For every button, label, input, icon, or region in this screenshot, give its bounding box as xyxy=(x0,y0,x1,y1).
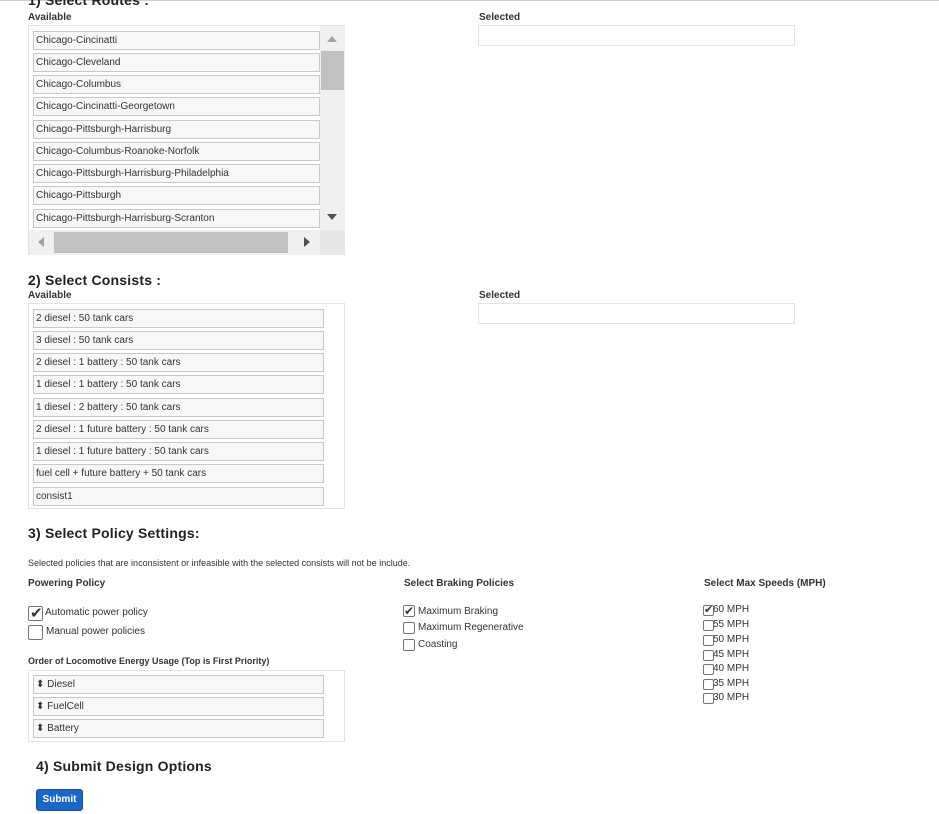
list-item[interactable]: 3 diesel : 50 tank cars xyxy=(33,331,324,350)
maximum-regenerative-checkbox[interactable] xyxy=(403,622,415,634)
submit-heading: 4) Submit Design Options xyxy=(36,758,212,774)
list-item[interactable]: Chicago-Cleveland xyxy=(33,53,320,72)
maximum-regenerative-label: Maximum Regenerative xyxy=(418,622,524,633)
submit-button[interactable]: Submit xyxy=(36,789,83,811)
list-item[interactable]: consist1 xyxy=(33,487,324,506)
braking-policies-title: Select Braking Policies xyxy=(404,578,515,589)
list-item[interactable]: fuel cell + future battery + 50 tank car… xyxy=(33,464,324,483)
checkmark-icon: ✔ xyxy=(704,604,714,616)
checkmark-icon: ✔ xyxy=(30,605,43,622)
speed-45-label: 45 MPH xyxy=(713,649,750,660)
speed-40-label: 40 MPH xyxy=(713,663,750,674)
list-item[interactable]: Chicago-Pittsburgh-Harrisburg-Philadelph… xyxy=(33,164,320,183)
horizontal-scroll-thumb[interactable] xyxy=(54,232,288,253)
consists-selected-label: Selected xyxy=(479,290,521,301)
routes-available-label: Available xyxy=(28,12,72,23)
coasting-label: Coasting xyxy=(418,639,458,650)
consists-available-list[interactable]: 2 diesel : 50 tank cars 3 diesel : 50 ta… xyxy=(28,303,345,509)
speed-30-label: 30 MPH xyxy=(713,692,750,703)
speed-55-label: 55 MPH xyxy=(713,619,750,630)
automatic-power-checkbox[interactable]: ✔ xyxy=(28,605,43,622)
manual-power-label: Manual power policies xyxy=(46,626,145,637)
scroll-up-arrow-icon[interactable] xyxy=(327,36,337,42)
powering-policy-title: Powering Policy xyxy=(28,578,106,589)
list-item[interactable]: 1 diesel : 2 battery : 50 tank cars xyxy=(33,398,324,417)
routes-heading: 1) Select Routes : xyxy=(28,0,150,8)
speed-60-label: 60 MPH xyxy=(713,604,750,615)
horizontal-scrollbar[interactable] xyxy=(29,230,320,255)
energy-order-list[interactable]: ⬍ Diesel ⬍ FuelCell ⬍ Battery xyxy=(28,670,345,742)
list-item[interactable]: Chicago-Pittsburgh-Harrisburg-Scranton xyxy=(33,209,320,228)
list-item[interactable]: 2 diesel : 1 future battery : 50 tank ca… xyxy=(33,420,324,439)
policy-heading: 3) Select Policy Settings: xyxy=(28,525,200,541)
vertical-scrollbar[interactable] xyxy=(320,26,345,230)
maximum-braking-checkbox[interactable]: ✔ xyxy=(403,604,415,618)
list-item[interactable]: Chicago-Cincinatti-Georgetown xyxy=(33,97,320,116)
list-item[interactable]: Chicago-Pittsburgh xyxy=(33,186,320,205)
consists-selected-list[interactable] xyxy=(478,303,795,324)
checkmark-icon: ✔ xyxy=(404,604,415,618)
sortable-item-battery[interactable]: ⬍ Battery xyxy=(33,719,324,738)
speed-50-label: 50 MPH xyxy=(713,634,750,645)
scroll-right-arrow-icon[interactable] xyxy=(304,237,310,247)
list-item[interactable]: 2 diesel : 50 tank cars xyxy=(33,309,324,328)
automatic-power-label: Automatic power policy xyxy=(45,607,148,618)
maximum-braking-label: Maximum Braking xyxy=(418,606,499,617)
routes-selected-list[interactable] xyxy=(478,25,795,46)
routes-selected-label: Selected xyxy=(479,12,521,23)
consists-heading: 2) Select Consists : xyxy=(28,272,162,288)
scrollbar-corner xyxy=(320,230,345,255)
coasting-checkbox[interactable] xyxy=(403,639,415,651)
scroll-left-arrow-icon[interactable] xyxy=(38,237,44,247)
list-item[interactable]: Chicago-Cincinatti xyxy=(33,31,320,50)
energy-order-title: Order of Locomotive Energy Usage (Top is… xyxy=(28,656,270,666)
sortable-item-fuelcell[interactable]: ⬍ FuelCell xyxy=(33,697,324,716)
scroll-down-arrow-icon[interactable] xyxy=(327,214,337,220)
list-item[interactable]: 2 diesel : 1 battery : 50 tank cars xyxy=(33,353,324,372)
list-item[interactable]: Chicago-Columbus-Roanoke-Norfolk xyxy=(33,142,320,161)
policy-note: Selected policies that are inconsistent … xyxy=(28,558,411,568)
routes-available-list[interactable]: Chicago-Cincinatti Chicago-Cleveland Chi… xyxy=(28,25,345,255)
list-item[interactable]: Chicago-Columbus xyxy=(33,75,320,94)
vertical-scroll-thumb[interactable] xyxy=(321,51,344,90)
list-item[interactable]: 1 diesel : 1 future battery : 50 tank ca… xyxy=(33,442,324,461)
consists-available-label: Available xyxy=(28,290,72,301)
speed-35-label: 35 MPH xyxy=(713,678,750,689)
manual-power-checkbox[interactable] xyxy=(28,625,43,640)
list-item[interactable]: 1 diesel : 1 battery : 50 tank cars xyxy=(33,375,324,394)
list-item[interactable]: Chicago-Pittsburgh-Harrisburg xyxy=(33,120,320,139)
max-speeds-title: Select Max Speeds (MPH) xyxy=(704,578,826,589)
sortable-item-diesel[interactable]: ⬍ Diesel xyxy=(33,675,324,694)
